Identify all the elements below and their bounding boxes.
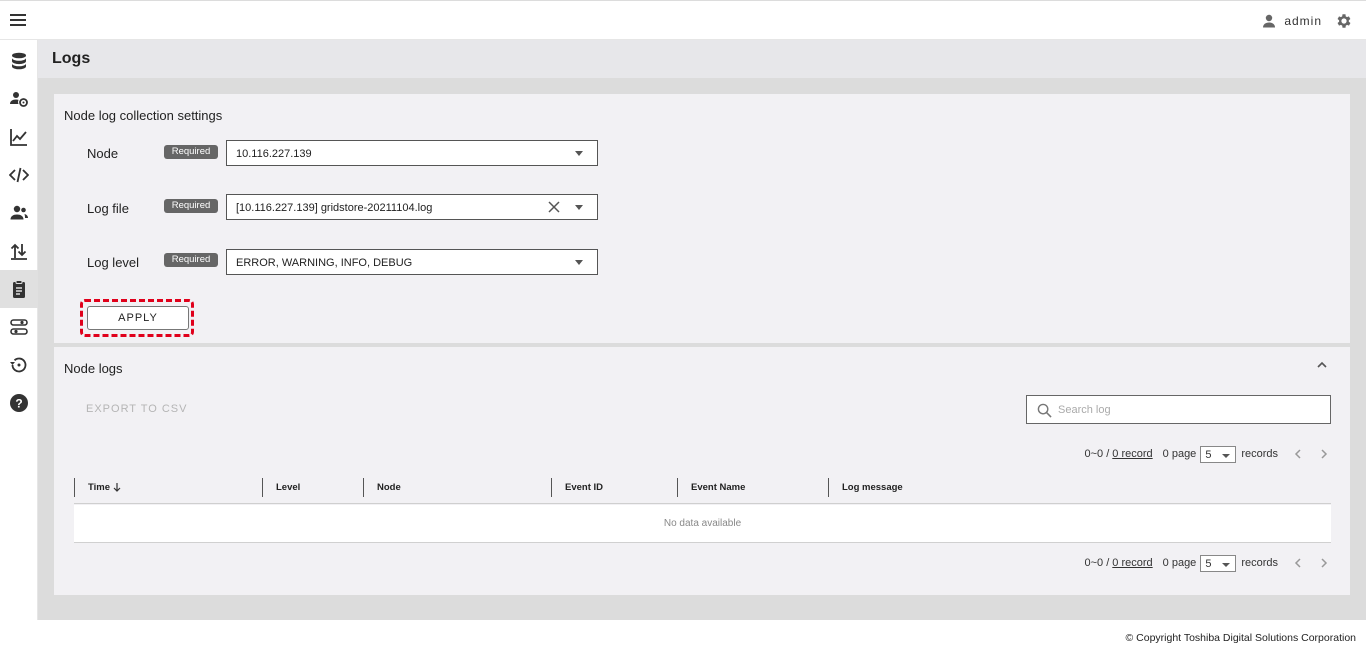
column-time[interactable]: Time	[74, 478, 262, 497]
column-node[interactable]: Node	[363, 478, 551, 497]
pager-record-link[interactable]: 0 record	[1112, 448, 1152, 460]
sidebar-item-import-export[interactable]	[0, 232, 38, 270]
footer-copyright: © Copyright Toshiba Digital Solutions Co…	[1125, 632, 1357, 644]
required-badge: Required	[164, 199, 218, 213]
column-log-message[interactable]: Log message	[828, 478, 1128, 497]
chevron-down-icon	[1222, 453, 1231, 458]
settings-title: Node log collection settings	[64, 108, 223, 123]
chevron-left-icon[interactable]	[1292, 557, 1304, 569]
pager-range: 0~0 /	[1084, 557, 1110, 569]
chevron-down-icon	[575, 151, 583, 156]
per-page-value: 5	[1205, 448, 1212, 461]
per-page-value: 5	[1205, 557, 1212, 570]
export-csv-button[interactable]: EXPORT TO CSV	[86, 403, 187, 415]
chevron-down-icon	[575, 205, 583, 210]
clipboard-icon	[13, 280, 25, 298]
arrow-down-icon	[113, 483, 121, 493]
user-settings-icon	[10, 92, 28, 107]
chevron-right-icon[interactable]	[1318, 557, 1330, 569]
username: admin	[1284, 14, 1322, 28]
page-header: Logs	[38, 40, 1366, 78]
history-icon	[10, 357, 27, 373]
pager-page: 0 page	[1162, 448, 1197, 460]
hamburger-menu-icon[interactable]	[10, 14, 26, 28]
per-page-select[interactable]: 5	[1200, 554, 1237, 572]
pager-page: 0 page	[1162, 557, 1197, 569]
chevron-up-icon[interactable]	[1316, 359, 1328, 371]
page-title: Logs	[52, 50, 91, 67]
close-icon[interactable]	[547, 200, 561, 214]
node-label: Node	[87, 146, 119, 161]
log-file-label: Log file	[87, 201, 129, 216]
search-input[interactable]	[1058, 401, 1318, 419]
pagination-top: 0~0 / 0 record 0 page 5 records	[1085, 445, 1330, 463]
chevron-down-icon	[1222, 562, 1231, 567]
log-file-select-value: [10.116.227.139] gridstore-20211104.log	[236, 202, 433, 214]
required-badge: Required	[164, 145, 218, 159]
column-level[interactable]: Level	[262, 478, 363, 497]
node-logs-card: Node logs EXPORT TO CSV 0~0 / 0 record 0…	[54, 347, 1350, 595]
pagination-bottom: 0~0 / 0 record 0 page 5 records	[1085, 554, 1330, 572]
apply-button[interactable]: APPLY	[87, 306, 189, 330]
node-logs-title: Node logs	[64, 361, 123, 376]
user-icon	[1263, 14, 1276, 28]
sidebar-item-help[interactable]: ?	[0, 384, 38, 422]
pager-records-label: records	[1241, 557, 1278, 569]
required-badge: Required	[164, 253, 218, 267]
per-page-select[interactable]: 5	[1200, 445, 1237, 463]
sidebar-item-users[interactable]	[0, 194, 38, 232]
users-icon	[10, 205, 28, 220]
database-icon	[12, 52, 26, 70]
help-icon: ?	[10, 394, 28, 412]
log-settings-card: Node log collection settings Node Requir…	[54, 94, 1350, 343]
sidebar-item-user-settings[interactable]	[0, 80, 38, 118]
column-time-label: Time	[88, 482, 111, 493]
sidebar-item-code[interactable]	[0, 156, 38, 194]
search-box[interactable]	[1026, 395, 1331, 424]
sidebar-item-database[interactable]	[0, 42, 38, 80]
column-event-id[interactable]: Event ID	[551, 478, 677, 497]
sidebar-item-restore[interactable]	[0, 346, 38, 384]
user-menu[interactable]: admin	[1262, 13, 1322, 29]
sidebar-item-chart[interactable]	[0, 118, 38, 156]
pager-records-label: records	[1241, 448, 1278, 460]
sidebar-item-configuration[interactable]	[0, 308, 38, 346]
log-level-select-value: ERROR, WARNING, INFO, DEBUG	[236, 257, 413, 269]
pager-range: 0~0 /	[1084, 448, 1110, 460]
log-level-label: Log level	[87, 255, 140, 270]
gear-icon[interactable]	[1335, 12, 1353, 30]
sliders-icon	[10, 319, 28, 335]
pager-record-link[interactable]: 0 record	[1112, 557, 1152, 569]
sidebar-item-logs[interactable]	[0, 270, 38, 308]
search-icon	[1037, 403, 1052, 418]
column-event-name[interactable]: Event Name	[677, 478, 828, 497]
main-content: Logs Node log collection settings Node R…	[38, 40, 1366, 620]
node-select-value: 10.116.227.139	[236, 148, 312, 160]
no-data-row: No data available	[74, 505, 1331, 543]
log-file-select[interactable]: [10.116.227.139] gridstore-20211104.log	[226, 194, 598, 220]
node-select[interactable]: 10.116.227.139	[226, 140, 598, 166]
sidebar: ?	[0, 40, 38, 620]
code-icon	[9, 167, 29, 183]
top-bar: admin	[0, 0, 1366, 40]
chevron-down-icon	[575, 260, 583, 265]
table-header: Time Level Node Event ID Event Name Log …	[74, 478, 1331, 504]
log-level-select[interactable]: ERROR, WARNING, INFO, DEBUG	[226, 249, 598, 275]
svg-text:?: ?	[15, 397, 22, 411]
import-export-icon	[10, 243, 27, 260]
apply-button-highlight: APPLY	[80, 299, 194, 337]
chevron-left-icon[interactable]	[1292, 448, 1304, 460]
chevron-right-icon[interactable]	[1318, 448, 1330, 460]
line-chart-icon	[10, 129, 27, 146]
